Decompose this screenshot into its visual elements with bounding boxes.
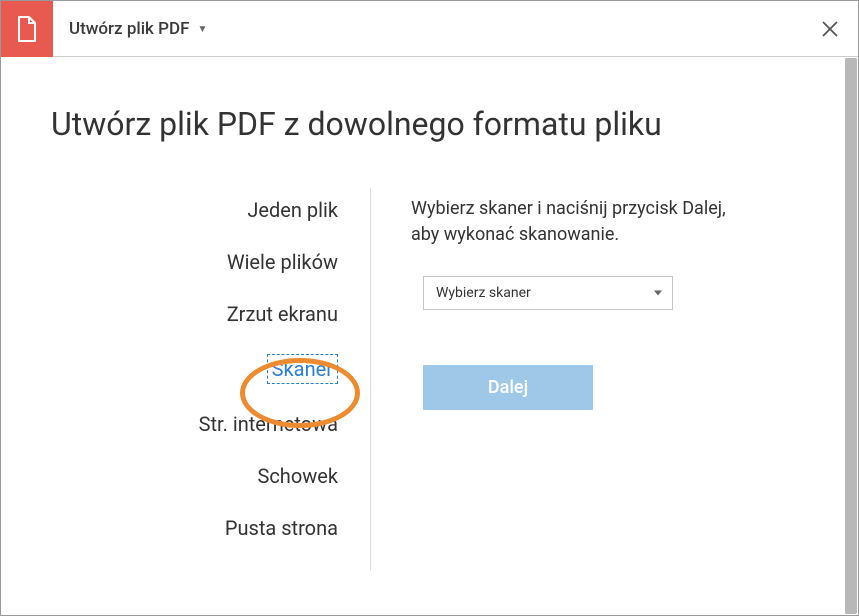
option-scanner[interactable]: Skaner [267, 354, 338, 384]
option-blank-page[interactable]: Pusta strona [225, 516, 338, 540]
scrollbar-thumb[interactable] [845, 58, 857, 614]
document-icon [14, 15, 40, 43]
option-single-file[interactable]: Jeden plik [247, 198, 338, 222]
chevron-down-icon: ▼ [197, 24, 207, 35]
option-screenshot[interactable]: Zrzut ekranu [227, 302, 338, 326]
mode-dropdown[interactable]: Utwórz plik PDF ▼ [53, 19, 207, 39]
option-multiple-files[interactable]: Wiele plików [227, 250, 338, 274]
scanner-select-value: Wybierz skaner [436, 285, 531, 301]
body-row: Jeden plik Wiele plików Zrzut ekranu Ska… [41, 188, 818, 570]
scanner-select[interactable]: Wybierz skaner [423, 276, 673, 310]
source-options-list: Jeden plik Wiele plików Zrzut ekranu Ska… [111, 188, 371, 570]
chevron-down-icon [654, 291, 662, 296]
dialog-window: Utwórz plik PDF ▼ Utwórz plik PDF z dowo… [0, 0, 859, 616]
page-title: Utwórz plik PDF z dowolnego formatu plik… [41, 105, 818, 143]
option-webpage[interactable]: Str. internetowa [199, 412, 338, 436]
next-button[interactable]: Dalej [423, 365, 593, 410]
pdf-app-icon [1, 1, 53, 57]
mode-dropdown-label: Utwórz plik PDF [69, 19, 189, 39]
instruction-text: Wybierz skaner i naciśnij przycisk Dalej… [411, 196, 741, 248]
close-button[interactable] [802, 1, 858, 57]
next-button-label: Dalej [488, 377, 528, 398]
scrollbar[interactable] [845, 58, 857, 614]
titlebar: Utwórz plik PDF ▼ [1, 1, 858, 57]
option-clipboard[interactable]: Schowek [257, 464, 338, 488]
close-icon [821, 20, 839, 38]
detail-panel: Wybierz skaner i naciśnij przycisk Dalej… [371, 188, 818, 570]
content-area: Utwórz plik PDF z dowolnego formatu plik… [1, 57, 858, 615]
